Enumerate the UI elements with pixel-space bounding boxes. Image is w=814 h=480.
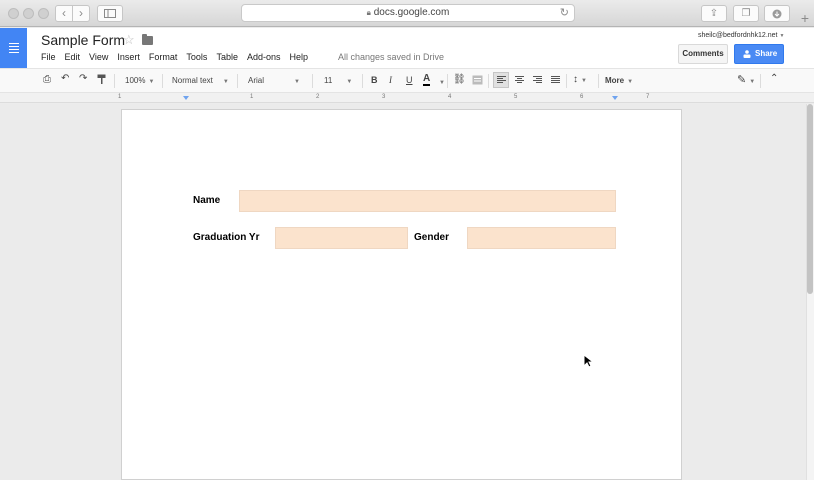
right-indent-marker[interactable] [612, 96, 618, 100]
font-select[interactable]: Arial ▼ [248, 76, 300, 85]
redo-icon[interactable]: ↷ [79, 73, 87, 84]
save-status[interactable]: All changes saved in Drive [338, 52, 444, 62]
comments-button[interactable]: Comments [678, 44, 728, 64]
collapse-chevron-icon[interactable]: ⌃ [770, 73, 778, 84]
text-color-button[interactable]: A [423, 73, 431, 86]
align-justify-icon[interactable] [551, 76, 560, 84]
url-text: docs.google.com [373, 7, 450, 18]
menu-table[interactable]: Table [216, 52, 238, 62]
close-window-button[interactable] [8, 8, 19, 19]
menu-view[interactable]: View [89, 52, 108, 62]
ruler-number: 1 [250, 94, 254, 100]
sidebar-button[interactable] [97, 5, 123, 22]
menu-insert[interactable]: Insert [117, 52, 140, 62]
ruler[interactable]: 1 1 2 3 4 5 6 7 [0, 93, 814, 103]
print-icon[interactable]: ⎙ [43, 74, 51, 85]
gender-label: Gender [414, 232, 450, 243]
zoom-select[interactable]: 100% ▼ [125, 76, 154, 85]
scrollbar-thumb[interactable] [807, 104, 813, 294]
bold-button[interactable]: B [371, 75, 378, 85]
lock-icon: 🔒︎ [366, 8, 371, 17]
person-lock-icon [743, 50, 751, 58]
align-right-icon[interactable] [533, 76, 542, 84]
share-box-icon: ⇪ [709, 8, 719, 19]
forward-button[interactable]: › [72, 5, 90, 22]
document-title[interactable]: Sample Form [41, 32, 125, 48]
ruler-number: 5 [514, 94, 518, 100]
ruler-scale: 1 1 2 3 4 5 6 7 [118, 93, 682, 103]
comment-icon[interactable] [472, 75, 483, 85]
link-icon[interactable]: ⛓︎ [453, 74, 466, 85]
folder-icon[interactable] [142, 34, 153, 45]
menu-file[interactable]: File [41, 52, 56, 62]
account-email[interactable]: sheilc@bedfordnhk12.net ▼ [698, 32, 784, 39]
ruler-number: 2 [316, 94, 320, 100]
ruler-number: 7 [646, 94, 650, 100]
share-button[interactable]: Share [734, 44, 784, 64]
more-button[interactable]: More ▼ [605, 76, 633, 85]
mouse-cursor-icon [583, 354, 593, 368]
docs-home-button[interactable] [0, 28, 27, 68]
reload-icon[interactable]: ↻ [560, 5, 569, 21]
chevron-right-icon: › [79, 6, 83, 20]
menu-addons[interactable]: Add-ons [247, 52, 281, 62]
share-page-button[interactable]: ⇪ [701, 5, 727, 22]
ruler-number: 4 [448, 94, 452, 100]
ruler-number: 6 [580, 94, 584, 100]
zoom-window-button[interactable] [38, 8, 49, 19]
text-color-caret[interactable]: ▼ [436, 77, 445, 86]
name-label: Name [193, 195, 221, 206]
minimize-window-button[interactable] [23, 8, 34, 19]
menu-tools[interactable]: Tools [186, 52, 207, 62]
left-indent-marker[interactable] [183, 96, 189, 100]
line-spacing-icon[interactable]: ↕︎ ▼ [573, 74, 587, 85]
tabs-icon: ❐ [741, 8, 751, 19]
gender-field[interactable] [467, 227, 616, 249]
tabs-button[interactable]: ❐ [733, 5, 759, 22]
plus-icon: + [800, 10, 810, 26]
new-tab-button[interactable]: + [796, 10, 814, 27]
edit-mode-pencil-icon[interactable]: ✎ ▼ [737, 73, 755, 86]
menu-format[interactable]: Format [149, 52, 178, 62]
star-icon[interactable]: ☆ [123, 32, 135, 48]
ruler-number: 1 [118, 94, 122, 100]
underline-button[interactable]: U [406, 75, 413, 85]
style-select[interactable]: Normal text ▼ [172, 76, 229, 85]
align-left-icon [497, 76, 506, 84]
italic-button[interactable]: I [389, 75, 392, 85]
font-size-select[interactable]: 11 ▼ [324, 76, 352, 85]
name-field[interactable] [239, 190, 616, 212]
back-button[interactable]: ‹ [55, 5, 73, 22]
sidebar-icon [104, 9, 116, 18]
undo-icon[interactable]: ↶ [61, 73, 69, 84]
document-page[interactable] [121, 109, 682, 480]
menu-help[interactable]: Help [289, 52, 308, 62]
paint-format-icon[interactable] [97, 74, 106, 85]
address-bar[interactable]: 🔒︎ docs.google.com ↻ [241, 4, 575, 22]
align-center-icon[interactable] [515, 76, 524, 84]
chevron-left-icon: ‹ [62, 6, 66, 20]
ruler-number: 3 [382, 94, 386, 100]
graduation-year-field[interactable] [275, 227, 408, 249]
download-icon [772, 9, 782, 19]
graduation-year-label: Graduation Yr [193, 232, 260, 243]
downloads-button[interactable] [764, 5, 790, 22]
menu-edit[interactable]: Edit [65, 52, 81, 62]
chevron-down-icon: ▼ [779, 33, 785, 39]
menu-bar: File Edit View Insert Format Tools Table… [41, 52, 317, 62]
